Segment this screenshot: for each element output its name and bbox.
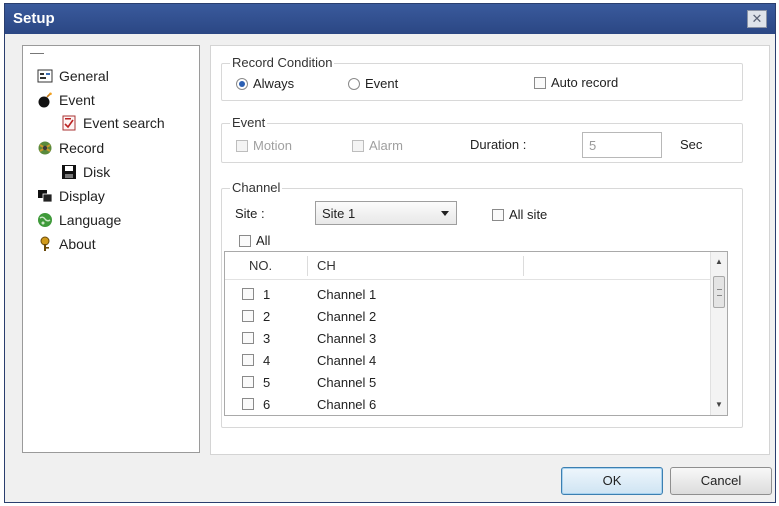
row-checkbox[interactable] (242, 376, 254, 388)
row-checkbox[interactable] (242, 288, 254, 300)
checkbox-box (236, 139, 248, 152)
site-select[interactable]: Site 1 (315, 201, 457, 225)
event-label: Event (365, 76, 399, 91)
settings-tree: General Event Event search Record Disk D… (22, 45, 200, 453)
table-row[interactable]: 6 Channel 6 (225, 393, 710, 415)
channel-list: NO. CH 1 Channel 1 2 Channel 2 3 Channel… (224, 251, 728, 416)
channel-list-header: NO. CH (225, 252, 710, 280)
tree-item-general[interactable]: General (37, 66, 109, 86)
column-header-no[interactable]: NO. (249, 252, 272, 280)
row-channel: Channel 4 (317, 353, 377, 368)
general-icon (37, 68, 53, 84)
tree-item-record[interactable]: Record (37, 138, 104, 158)
table-row[interactable]: 1 Channel 1 (225, 283, 710, 305)
cancel-button[interactable]: Cancel (670, 467, 772, 495)
table-row[interactable]: 4 Channel 4 (225, 349, 710, 371)
row-checkbox[interactable] (242, 332, 254, 344)
tree-item-label: Event search (83, 115, 165, 131)
auto-record-checkbox[interactable]: Auto record (534, 75, 618, 90)
row-channel: Channel 2 (317, 309, 377, 324)
ok-button[interactable]: OK (561, 467, 663, 495)
alarm-checkbox[interactable]: Alarm (352, 138, 403, 153)
setup-window: Setup ✕ General Event Event search Recor… (4, 3, 776, 503)
tree-item-disk[interactable]: Disk (61, 162, 110, 182)
always-radio[interactable]: Always (236, 76, 294, 91)
duration-label: Duration : (470, 137, 527, 152)
close-button[interactable]: ✕ (747, 10, 767, 28)
site-label: Site : (235, 206, 265, 221)
language-globe-icon (37, 212, 53, 228)
event-group-title: Event (230, 115, 268, 130)
always-label: Always (253, 76, 295, 91)
scroll-down-icon[interactable]: ▼ (711, 397, 727, 413)
tree-item-label: About (59, 236, 96, 252)
tree-item-label: General (59, 68, 109, 84)
tree-item-label: Disk (83, 164, 111, 180)
row-checkbox[interactable] (242, 398, 254, 410)
display-icon (37, 188, 53, 204)
duration-unit-label: Sec (680, 137, 703, 152)
event-search-icon (61, 115, 77, 131)
tree-item-event[interactable]: Event (37, 90, 95, 110)
table-row[interactable]: 3 Channel 3 (225, 327, 710, 349)
event-radio[interactable]: Event (348, 76, 398, 91)
column-divider (523, 256, 524, 276)
title-bar: Setup ✕ (5, 4, 775, 34)
chevron-down-icon (441, 211, 449, 216)
tree-item-about[interactable]: About (37, 234, 96, 254)
row-channel: Channel 6 (317, 397, 377, 412)
table-row[interactable]: 2 Channel 2 (225, 305, 710, 327)
motion-label: Motion (253, 138, 293, 153)
event-bomb-icon (37, 92, 53, 108)
tree-item-label: Record (59, 140, 105, 156)
row-channel: Channel 3 (317, 331, 377, 346)
radio-selected-indicator (236, 77, 248, 90)
column-divider (307, 256, 308, 276)
scrollbar-thumb[interactable] (713, 276, 725, 308)
row-checkbox[interactable] (242, 354, 254, 366)
site-select-value: Site 1 (322, 206, 356, 221)
row-no: 4 (263, 353, 271, 368)
row-no: 5 (263, 375, 271, 390)
tree-item-label: Language (59, 212, 122, 228)
scroll-up-icon[interactable]: ▲ (711, 254, 727, 270)
all-site-label: All site (509, 207, 548, 222)
channel-list-scrollbar[interactable]: ▲ ▼ (710, 252, 727, 415)
event-group: Event Motion Alarm Duration : 5 Sec (221, 115, 743, 163)
table-row[interactable]: 5 Channel 5 (225, 371, 710, 393)
column-header-ch[interactable]: CH (317, 252, 336, 280)
auto-record-label: Auto record (551, 75, 619, 90)
tree-item-event-search[interactable]: Event search (61, 113, 165, 133)
duration-input[interactable]: 5 (582, 132, 662, 158)
row-no: 3 (263, 331, 271, 346)
checkbox-box (352, 139, 364, 152)
checkbox-box (492, 208, 504, 221)
about-key-icon (37, 236, 53, 252)
disk-icon (61, 164, 77, 180)
row-no: 6 (263, 397, 271, 412)
tree-item-label: Event (59, 92, 95, 108)
window-title: Setup (13, 10, 55, 27)
motion-checkbox[interactable]: Motion (236, 138, 292, 153)
radio-indicator (348, 77, 360, 90)
tree-item-label: Display (59, 188, 105, 204)
channel-group-title: Channel (230, 180, 283, 195)
checkbox-box (239, 234, 251, 247)
all-site-checkbox[interactable]: All site (492, 207, 547, 222)
row-checkbox[interactable] (242, 310, 254, 322)
row-no: 1 (263, 287, 271, 302)
record-condition-group: Record Condition Always Event Auto recor… (221, 55, 743, 101)
row-no: 2 (263, 309, 271, 324)
row-channel: Channel 5 (317, 375, 377, 390)
all-label: All (256, 233, 271, 248)
record-condition-title: Record Condition (230, 55, 335, 70)
tree-item-language[interactable]: Language (37, 210, 121, 230)
all-channels-checkbox[interactable]: All (239, 233, 270, 248)
tree-root-line (30, 53, 44, 54)
alarm-label: Alarm (369, 138, 403, 153)
record-icon (37, 140, 53, 156)
row-channel: Channel 1 (317, 287, 377, 302)
checkbox-box (534, 76, 546, 89)
tree-item-display[interactable]: Display (37, 186, 105, 206)
